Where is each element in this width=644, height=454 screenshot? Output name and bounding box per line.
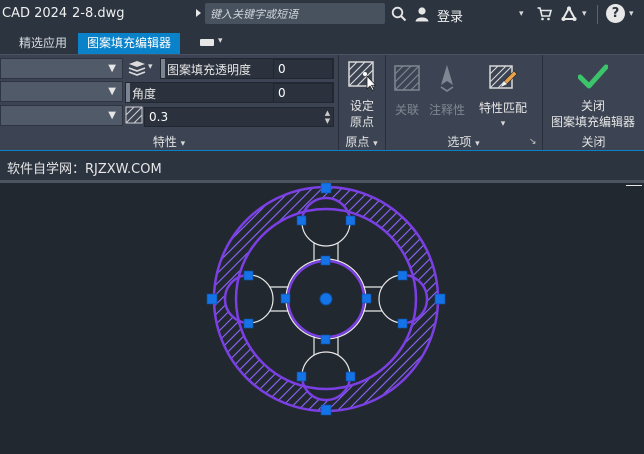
associative-label: 关联 — [394, 103, 419, 117]
login-link[interactable]: 登录 — [437, 6, 463, 25]
user-icon[interactable] — [414, 4, 430, 24]
options-expand-icon: ▾ — [475, 139, 480, 149]
close-panel-title: 关闭 — [581, 135, 606, 149]
hatch-scale-icon — [125, 106, 143, 128]
match-properties-label: 特性匹配 — [478, 101, 527, 115]
close-label-1: 关闭 — [580, 99, 605, 113]
origin-panel-title: 原点 — [345, 135, 370, 149]
close-hatch-editor-button[interactable]: 关闭 图案填充编辑器 — [544, 64, 642, 130]
origin-panel-footer[interactable]: 原点 ▾ — [339, 133, 384, 150]
chevron-down-icon: ▼ — [108, 63, 116, 74]
options-panel-title: 选项 — [447, 135, 472, 149]
set-origin-label-1: 设定 — [349, 99, 374, 113]
close-panel-footer: 关闭 — [543, 133, 644, 150]
help-icon[interactable]: ? — [606, 4, 625, 23]
properties-expand-icon: ▾ — [180, 139, 186, 149]
set-origin-button[interactable]: 设定 原点 — [342, 59, 382, 130]
login-dropdown-icon[interactable]: ▾ — [519, 4, 524, 24]
scale-value: 0.3 — [149, 110, 169, 124]
annotative-icon — [440, 65, 454, 92]
transparency-slider-handle[interactable] — [161, 59, 165, 78]
app-title: CAD 2024 — [2, 6, 68, 21]
close-label-2: 图案填充编辑器 — [550, 115, 635, 129]
tab-featured-apps[interactable]: 精选应用 — [10, 33, 76, 54]
annotative-label: 注释性 — [428, 103, 465, 117]
share-dropdown-icon[interactable]: ▾ — [582, 4, 587, 24]
info-bar: 软件自学网：RJZXW.COM — [0, 150, 644, 180]
angle-value-field[interactable]: 0 — [273, 83, 333, 103]
watermark-text: 软件自学网：RJZXW.COM — [7, 162, 162, 177]
angle-label: 角度 — [132, 87, 157, 101]
scale-spinner[interactable]: ▲ ▼ — [323, 109, 332, 125]
expand-arrow-icon[interactable] — [196, 9, 201, 17]
search-box[interactable] — [205, 3, 385, 25]
tab-hatch-editor[interactable]: 图案填充编辑器 — [78, 33, 181, 54]
ribbon-tab-row: 精选应用 图案填充编辑器 ▾ — [0, 30, 644, 54]
origin-expand-icon: ▾ — [373, 139, 378, 149]
center-grip[interactable] — [319, 292, 333, 306]
search-input[interactable] — [205, 4, 385, 25]
file-name: 2-8.dwg — [72, 6, 125, 21]
share-icon[interactable] — [561, 4, 577, 24]
hatch-drawing[interactable] — [0, 183, 644, 454]
panel-toggle-dropdown-icon[interactable]: ▾ — [218, 36, 223, 46]
set-origin-icon — [348, 61, 377, 91]
chevron-down-icon: ▼ — [108, 86, 116, 97]
layers-icon[interactable] — [127, 59, 147, 81]
annotative-button[interactable]: 注释性 — [428, 63, 466, 118]
panel-toggle-icon[interactable] — [200, 39, 214, 46]
transparency-label: 图案填充透明度 — [167, 63, 252, 77]
background-color-dropdown[interactable]: ▼ — [0, 105, 123, 126]
match-properties-icon — [489, 65, 518, 89]
checkmark-icon — [578, 64, 608, 89]
set-origin-label-2: 原点 — [349, 115, 374, 129]
layer-dropdown-icon[interactable]: ▾ — [148, 62, 153, 72]
associative-icon — [394, 65, 420, 91]
transparency-value: 0 — [278, 62, 286, 76]
properties-panel-footer[interactable]: 特性 ▾ — [0, 133, 338, 150]
properties-panel-title: 特性 — [152, 135, 177, 149]
scale-field[interactable]: 0.3 ▲ ▼ — [144, 107, 334, 127]
transparency-value-field[interactable]: 0 — [273, 59, 333, 79]
angle-slider-handle[interactable] — [126, 83, 130, 102]
hatch-color-dropdown[interactable]: ▼ — [0, 81, 123, 102]
ribbon: ▼ ▼ ▼ ▾ 图案填充透明度 0 角度 0 0.3 ▲ ▼ 特性 ▾ 设定 原… — [0, 54, 644, 151]
drawing-canvas[interactable] — [0, 180, 644, 454]
title-bar: CAD 2024 2-8.dwg 登录 ▾ ▾ ? ▾ — [0, 0, 644, 30]
options-dialog-launcher-icon[interactable]: ↘ — [529, 137, 537, 147]
hatch-type-dropdown[interactable]: ▼ — [0, 58, 123, 79]
match-properties-dropdown-icon[interactable]: ▾ — [475, 116, 531, 132]
help-dropdown-icon[interactable]: ▾ — [629, 4, 634, 24]
cart-icon[interactable] — [537, 4, 552, 24]
match-properties-button[interactable]: 特性匹配 ▾ — [475, 61, 531, 132]
search-icon[interactable] — [391, 4, 407, 24]
options-panel-footer[interactable]: 选项 ▾ — [386, 133, 541, 150]
angle-value: 0 — [278, 86, 286, 100]
associative-button[interactable]: 关联 — [388, 63, 426, 118]
chevron-down-icon: ▼ — [108, 110, 116, 121]
titlebar-divider — [597, 5, 598, 24]
